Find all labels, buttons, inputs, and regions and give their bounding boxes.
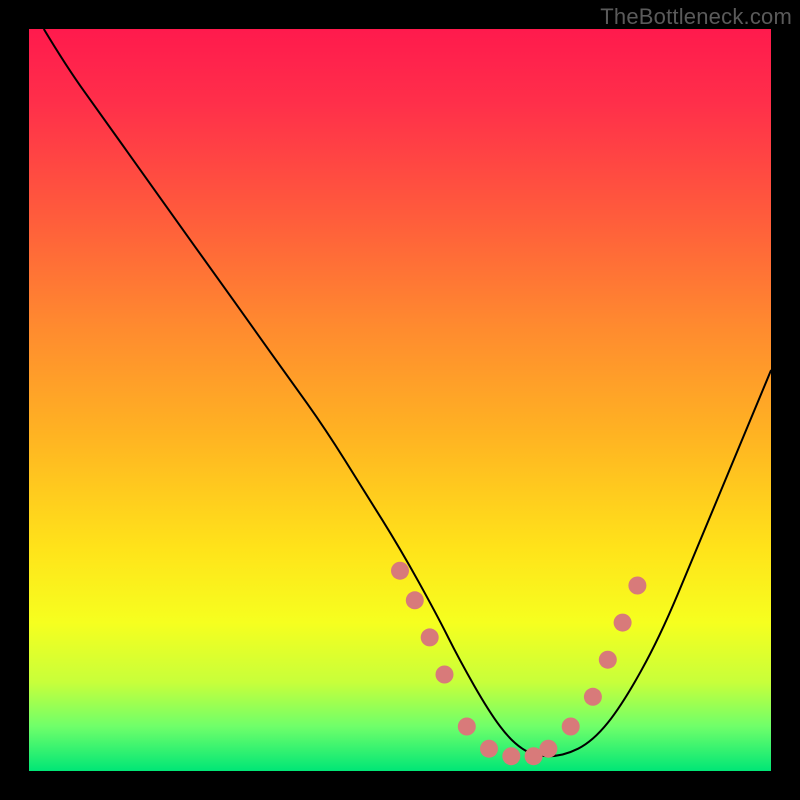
chart-svg bbox=[29, 29, 771, 771]
curve-cluster-dots bbox=[391, 562, 646, 766]
cluster-dot bbox=[562, 718, 580, 736]
cluster-dot bbox=[614, 614, 632, 632]
cluster-dot bbox=[421, 628, 439, 646]
cluster-dot bbox=[391, 562, 409, 580]
cluster-dot bbox=[584, 688, 602, 706]
cluster-dot bbox=[480, 740, 498, 758]
cluster-dot bbox=[539, 740, 557, 758]
cluster-dot bbox=[406, 591, 424, 609]
cluster-dot bbox=[599, 651, 617, 669]
app-frame: TheBottleneck.com bbox=[0, 0, 800, 800]
bottleneck-curve bbox=[44, 29, 771, 756]
cluster-dot bbox=[436, 666, 454, 684]
watermark-text: TheBottleneck.com bbox=[600, 4, 792, 30]
cluster-dot bbox=[502, 747, 520, 765]
cluster-dot bbox=[458, 718, 476, 736]
cluster-dot bbox=[628, 577, 646, 595]
